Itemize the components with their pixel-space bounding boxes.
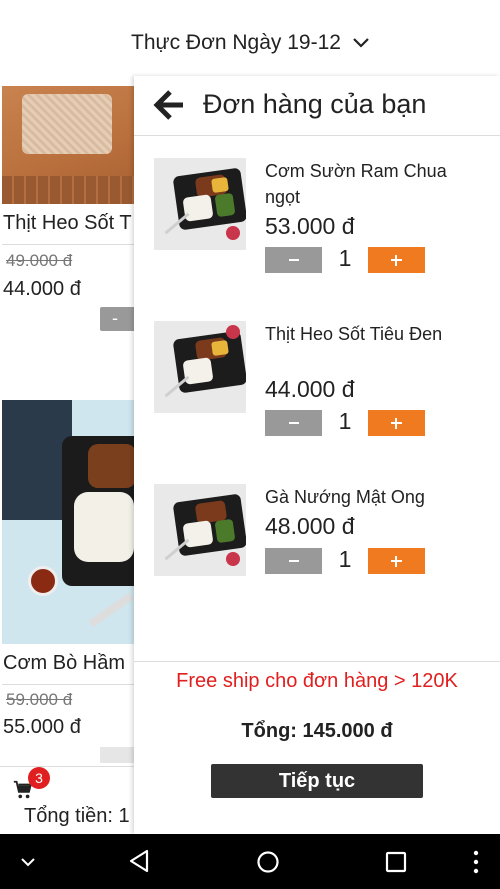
screen: Thực Đơn Ngày 19-12 Thịt Heo Sốt T 49.00… bbox=[0, 0, 500, 889]
menu-title: Thực Đơn Ngày 19-12 bbox=[131, 31, 341, 54]
menu-date-selector[interactable]: Thực Đơn Ngày 19-12 bbox=[0, 0, 500, 86]
order-item-image bbox=[154, 484, 246, 576]
cart-count-badge: 3 bbox=[28, 767, 50, 789]
order-item: Gà Nướng Mật Ong 48.000 đ 1 bbox=[134, 484, 500, 624]
free-ship-promo: Free ship cho đơn hàng > 120K bbox=[176, 670, 458, 692]
divider bbox=[2, 684, 134, 685]
decrease-quantity-button[interactable] bbox=[265, 548, 322, 574]
system-nav-bar bbox=[0, 834, 500, 889]
increase-quantity-button[interactable] bbox=[368, 548, 425, 574]
order-item-name: Thịt Heo Sốt Tiêu Đen bbox=[265, 324, 443, 344]
order-item-price: 53.000 đ bbox=[265, 213, 355, 239]
continue-button[interactable]: Tiếp tục bbox=[211, 764, 423, 798]
order-item: Thịt Heo Sốt Tiêu Đen 44.000 đ 1 bbox=[134, 321, 500, 461]
order-item-image bbox=[154, 321, 246, 413]
quantity-value: 1 bbox=[338, 546, 352, 572]
order-panel: Đơn hàng của bạn Cơm Sườn Ram Chua ngọt … bbox=[134, 76, 500, 834]
order-panel-header: Đơn hàng của bạn bbox=[134, 76, 500, 136]
minus-icon bbox=[288, 422, 299, 424]
product-price: 44.000 đ bbox=[3, 278, 81, 300]
order-item: Cơm Sườn Ram Chua ngọt 53.000 đ 1 bbox=[134, 158, 500, 298]
nav-back-icon[interactable] bbox=[128, 849, 150, 873]
order-item-image bbox=[154, 158, 246, 250]
cart-bar[interactable]: 3 Tổng tiền: 1 bbox=[0, 766, 134, 834]
decrease-quantity-button[interactable] bbox=[265, 410, 322, 436]
increase-quantity-button[interactable] bbox=[368, 410, 425, 436]
order-panel-title: Đơn hàng của bạn bbox=[203, 89, 427, 119]
divider bbox=[2, 244, 134, 245]
chevron-down-icon bbox=[353, 38, 369, 48]
cart-total-label: Tổng tiền: 1 bbox=[24, 805, 130, 827]
quantity-value: 1 bbox=[338, 408, 352, 434]
nav-recents-icon[interactable] bbox=[385, 851, 407, 873]
product-minus-button[interactable]: - bbox=[100, 307, 134, 331]
product-list: Thịt Heo Sốt T 49.000 đ 44.000 đ - Cơm B… bbox=[0, 86, 134, 834]
nav-collapse-icon[interactable] bbox=[20, 856, 36, 868]
product-old-price: 59.000 đ bbox=[6, 690, 73, 709]
nav-home-icon[interactable] bbox=[256, 850, 280, 874]
order-item-name: Gà Nướng Mật Ong bbox=[265, 487, 425, 507]
divider bbox=[134, 661, 500, 662]
product-image[interactable] bbox=[2, 400, 134, 644]
quantity-value: 1 bbox=[338, 245, 352, 271]
order-item-name: Cơm Sườn Ram Chua ngọt bbox=[265, 161, 447, 207]
minus-icon bbox=[288, 259, 299, 261]
product-name: Cơm Bò Hầm bbox=[3, 652, 126, 674]
increase-quantity-button[interactable] bbox=[368, 247, 425, 273]
order-total: Tổng: 145.000 đ bbox=[241, 720, 393, 742]
decrease-quantity-button[interactable] bbox=[265, 247, 322, 273]
product-old-price: 49.000 đ bbox=[6, 251, 73, 270]
minus-icon bbox=[288, 560, 299, 562]
nav-menu-icon[interactable] bbox=[472, 850, 480, 874]
product-image[interactable] bbox=[2, 86, 134, 204]
back-arrow-icon[interactable] bbox=[152, 88, 186, 122]
order-item-price: 44.000 đ bbox=[265, 376, 355, 402]
product-button[interactable] bbox=[100, 747, 134, 763]
product-name: Thịt Heo Sốt T bbox=[3, 212, 132, 234]
product-price: 55.000 đ bbox=[3, 716, 81, 738]
order-item-price: 48.000 đ bbox=[265, 513, 355, 539]
